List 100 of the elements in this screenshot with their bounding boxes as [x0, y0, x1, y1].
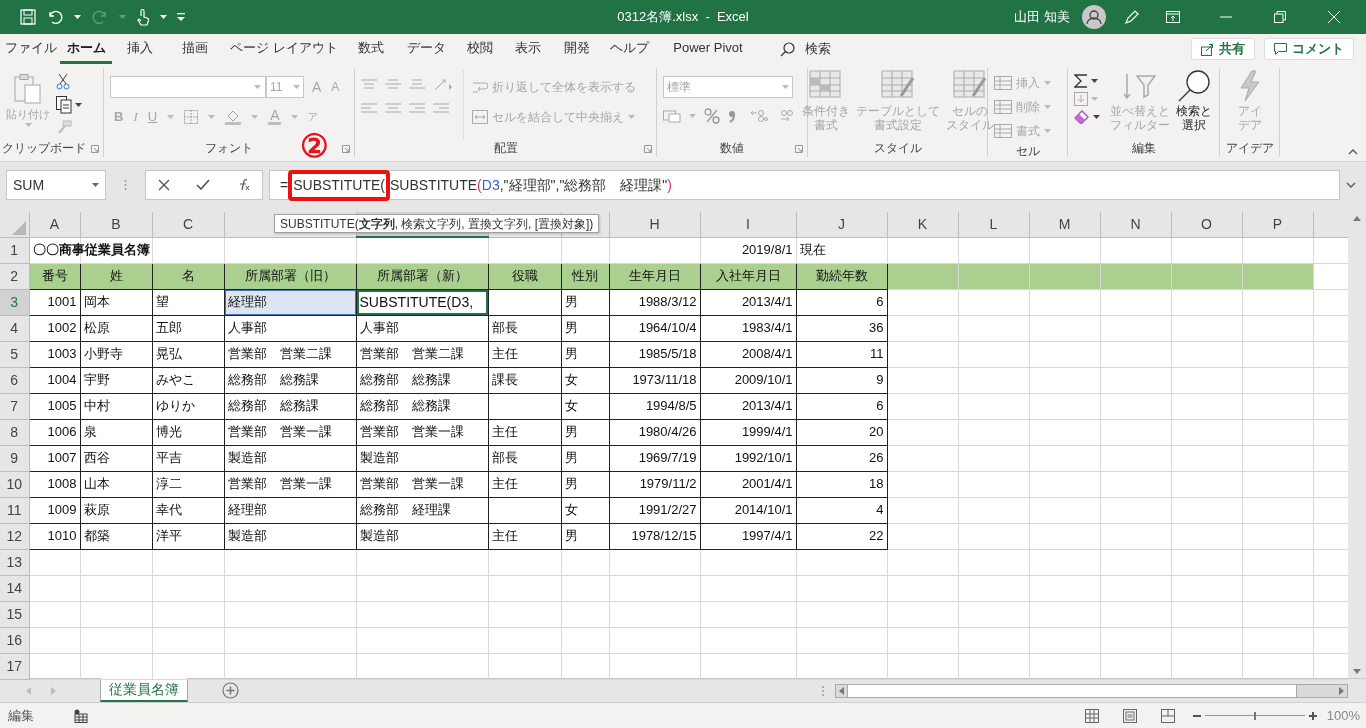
- copy-icon[interactable]: [56, 96, 72, 114]
- row-header[interactable]: 17: [0, 653, 29, 679]
- table-cell[interactable]: 営業部 営業二課: [224, 341, 356, 367]
- next-sheet-icon[interactable]: [51, 686, 56, 695]
- enter-icon[interactable]: [196, 179, 210, 191]
- table-cell[interactable]: 1991/2/27: [609, 497, 700, 523]
- row-header[interactable]: 14: [0, 575, 29, 601]
- page-layout-view-icon[interactable]: [1122, 708, 1137, 723]
- save-icon[interactable]: [20, 9, 36, 25]
- align-right-icon[interactable]: [409, 102, 425, 116]
- row-header[interactable]: 9: [0, 445, 29, 471]
- fill-color-icon[interactable]: [225, 108, 242, 125]
- vertical-scrollbar[interactable]: [1348, 212, 1366, 678]
- column-header[interactable]: I: [700, 212, 796, 237]
- restore-icon[interactable]: [1274, 11, 1286, 23]
- share-button[interactable]: 共有: [1191, 38, 1255, 60]
- table-cell[interactable]: みやこ: [152, 367, 224, 393]
- table-cell[interactable]: 男: [561, 445, 609, 471]
- table-cell[interactable]: 1988/3/12: [609, 289, 700, 315]
- indent-icon[interactable]: [433, 102, 449, 116]
- table-cell[interactable]: 1002: [29, 315, 80, 341]
- borders-icon[interactable]: [184, 109, 199, 124]
- align-center-icon[interactable]: [385, 102, 401, 116]
- table-cell[interactable]: 経理部: [224, 497, 356, 523]
- table-cell[interactable]: 製造部: [356, 523, 488, 549]
- table-cell[interactable]: 営業部 営業一課: [356, 471, 488, 497]
- table-cell[interactable]: 6: [796, 393, 887, 419]
- zoom-slider[interactable]: [1204, 709, 1305, 722]
- table-cell[interactable]: 6: [796, 289, 887, 315]
- table-cell[interactable]: 西谷: [80, 445, 152, 471]
- table-cell[interactable]: 課長: [488, 367, 561, 393]
- table-cell[interactable]: 幸代: [152, 497, 224, 523]
- table-cell[interactable]: 4: [796, 497, 887, 523]
- row-header[interactable]: 16: [0, 627, 29, 653]
- table-cell[interactable]: 営業部 営業二課: [356, 341, 488, 367]
- table-cell[interactable]: 1994/8/5: [609, 393, 700, 419]
- touch-mode-icon[interactable]: [136, 8, 150, 26]
- row-header[interactable]: 8: [0, 419, 29, 445]
- customize-icon[interactable]: [177, 13, 185, 21]
- name-box[interactable]: SUM: [6, 170, 106, 200]
- column-heading[interactable]: 入社年月日: [700, 263, 796, 289]
- normal-view-icon[interactable]: [1084, 708, 1099, 723]
- table-cell[interactable]: 1969/7/19: [609, 445, 700, 471]
- scroll-thumb[interactable]: [847, 684, 1297, 697]
- table-cell[interactable]: 主任: [488, 419, 561, 445]
- menu-tab[interactable]: データ: [396, 34, 456, 64]
- column-heading[interactable]: 役職: [488, 263, 561, 289]
- menu-tab[interactable]: 描画: [168, 34, 222, 64]
- table-cell[interactable]: 2008/4/1: [700, 341, 796, 367]
- menu-tab[interactable]: ファイル: [2, 34, 60, 64]
- dialog-launcher-icon[interactable]: [342, 145, 350, 153]
- table-cell[interactable]: 1992/10/1: [700, 445, 796, 471]
- table-cell[interactable]: 1010: [29, 523, 80, 549]
- table-cell[interactable]: 1006: [29, 419, 80, 445]
- table-cell[interactable]: 男: [561, 471, 609, 497]
- table-cell[interactable]: 1973/11/18: [609, 367, 700, 393]
- table-cell[interactable]: 総務部 総務課: [224, 393, 356, 419]
- font-name-field[interactable]: [110, 76, 266, 98]
- table-cell[interactable]: 1980/4/26: [609, 419, 700, 445]
- row-header[interactable]: 6: [0, 367, 29, 393]
- table-cell[interactable]: 2009/10/1: [700, 367, 796, 393]
- orientation-icon[interactable]: [433, 78, 455, 92]
- table-cell[interactable]: 男: [561, 315, 609, 341]
- row-header[interactable]: 5: [0, 341, 29, 367]
- table-cell[interactable]: 山本: [80, 471, 152, 497]
- row-header[interactable]: 3: [0, 289, 29, 315]
- search-button[interactable]: 検索: [780, 34, 831, 64]
- table-cell[interactable]: 製造部: [224, 523, 356, 549]
- table-cell[interactable]: 男: [561, 523, 609, 549]
- table-cell[interactable]: 総務部 総務課: [356, 367, 488, 393]
- menu-tab[interactable]: ヘルプ: [602, 34, 656, 64]
- table-cell[interactable]: 総務部 総務課: [356, 393, 488, 419]
- column-header[interactable]: K: [887, 212, 958, 237]
- table-cell[interactable]: 男: [561, 341, 609, 367]
- comment-button[interactable]: コメント: [1264, 38, 1354, 60]
- row-header[interactable]: 10: [0, 471, 29, 497]
- horizontal-scrollbar[interactable]: [835, 683, 1348, 698]
- table-cell[interactable]: 晃弘: [152, 341, 224, 367]
- row-header[interactable]: 12: [0, 523, 29, 549]
- table-cell[interactable]: 1979/11/2: [609, 471, 700, 497]
- table-cell[interactable]: ゆりか: [152, 393, 224, 419]
- table-cell[interactable]: 1999/4/1: [700, 419, 796, 445]
- column-heading[interactable]: 勤続年数: [796, 263, 887, 289]
- table-cell[interactable]: 36: [796, 315, 887, 341]
- table-cell[interactable]: 2001/4/1: [700, 471, 796, 497]
- table-cell[interactable]: 2013/4/1: [700, 393, 796, 419]
- table-cell[interactable]: 22: [796, 523, 887, 549]
- row-header[interactable]: 2: [0, 263, 29, 289]
- table-cell[interactable]: 18: [796, 471, 887, 497]
- menu-tab[interactable]: 開発: [552, 34, 602, 64]
- column-header[interactable]: P: [1242, 212, 1313, 237]
- table-cell[interactable]: 1001: [29, 289, 80, 315]
- table-cell[interactable]: 1978/12/15: [609, 523, 700, 549]
- table-cell[interactable]: 都築: [80, 523, 152, 549]
- table-cell[interactable]: 小野寺: [80, 341, 152, 367]
- split-handle-icon[interactable]: [821, 684, 825, 697]
- percent-icon[interactable]: [704, 108, 720, 124]
- table-cell[interactable]: 総務部 総務課: [224, 367, 356, 393]
- row-header[interactable]: 11: [0, 497, 29, 523]
- table-cell[interactable]: 岡本: [80, 289, 152, 315]
